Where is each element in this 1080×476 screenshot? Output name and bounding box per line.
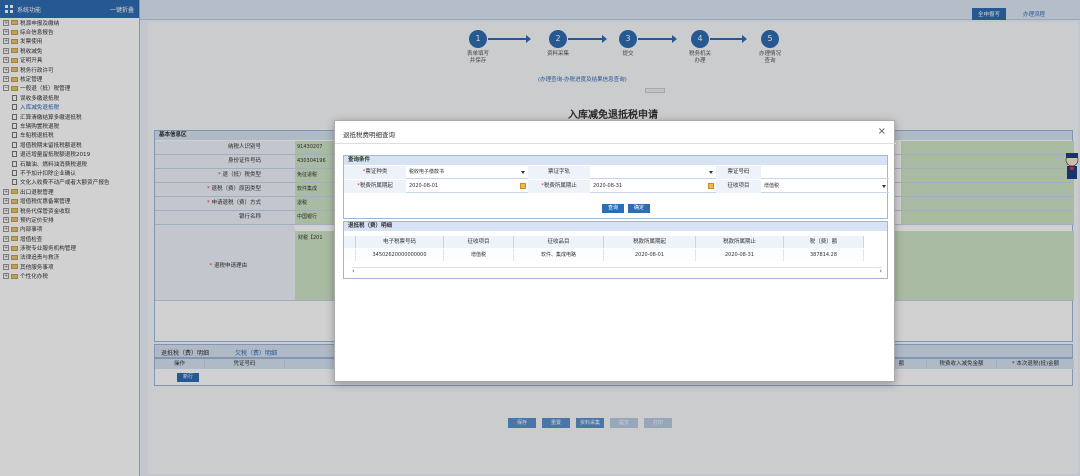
table-cell: 34502620000000000	[356, 249, 444, 261]
calendar-icon[interactable]	[520, 183, 526, 189]
query-conditions: 查询条件 *票证种类 税收电子缴款书 票证字轨 票证号码 *税费所属期起 202…	[343, 155, 889, 219]
column-header: 税（费）额	[784, 236, 864, 248]
date-value: 2020-08-01	[409, 183, 439, 189]
period-start-label: *税费所属期起	[344, 180, 406, 193]
period-end-label: *税费所属期止	[528, 180, 590, 193]
date-value: 2020-08-31	[593, 183, 623, 189]
query-section-title: 查询条件	[344, 156, 887, 165]
confirm-button[interactable]: 确定	[628, 204, 650, 213]
voucher-number-label: 票证号码	[716, 166, 761, 179]
query-button[interactable]: 查询	[602, 204, 624, 213]
chevron-down-icon	[521, 171, 525, 174]
query-row: *票证种类 税收电子缴款书 票证字轨 票证号码	[344, 166, 889, 179]
table-cell: 2020-08-31	[696, 249, 784, 261]
label-text: 税费所属期止	[543, 183, 577, 189]
voucher-type-select[interactable]: 税收电子缴款书	[406, 166, 528, 179]
period-end-input[interactable]: 2020-08-31	[590, 180, 716, 193]
divider	[335, 143, 896, 144]
column-header: 征收项目	[444, 236, 514, 248]
column-header: 电子税票号码	[356, 236, 444, 248]
dialog-title: 退抵税费明细查询	[343, 131, 395, 139]
refund-detail-query-dialog: 退抵税费明细查询 × 查询条件 *票证种类 税收电子缴款书 票证字轨 票证号码 …	[334, 120, 896, 382]
chevron-down-icon	[709, 171, 713, 174]
table-cell: 增值税	[444, 249, 514, 261]
period-start-input[interactable]: 2020-08-01	[406, 180, 528, 193]
table-cell: 2020-08-01	[604, 249, 696, 261]
row-checkbox[interactable]	[344, 249, 356, 261]
detail-table: 退抵税（费）明细 电子税票号码 征收项目 征收品目 税款所属期起 税款所属期止 …	[343, 221, 888, 279]
column-header: 税款所属期起	[604, 236, 696, 248]
close-icon[interactable]: ×	[878, 126, 886, 137]
label-text: 票证种类	[365, 169, 388, 175]
voucher-prefix-label: 票证字轨	[528, 166, 590, 179]
chevron-right-icon[interactable]: ›	[879, 267, 882, 275]
chevron-left-icon[interactable]: ‹	[352, 267, 355, 275]
calendar-icon[interactable]	[708, 183, 714, 189]
voucher-type-label: *票证种类	[344, 166, 406, 179]
levy-item-label: 征收项目	[716, 180, 761, 193]
horizontal-scrollbar[interactable]: ‹ ›	[352, 267, 882, 275]
select-value: 税收电子缴款书	[409, 169, 445, 175]
detail-section-title: 退抵税（费）明细	[344, 222, 887, 231]
table-cell: 软件、集成电路	[514, 249, 604, 261]
column-header: 征收品目	[514, 236, 604, 248]
query-row: *税费所属期起 2020-08-01 *税费所属期止 2020-08-31 征收…	[344, 180, 889, 193]
column-header: 税款所属期止	[696, 236, 784, 248]
label-text: 税费所属期起	[359, 183, 393, 189]
levy-item-select[interactable]: 增值税	[761, 180, 889, 193]
voucher-number-input[interactable]	[761, 166, 889, 179]
checkbox-column	[344, 236, 356, 248]
chevron-down-icon	[882, 185, 886, 188]
voucher-prefix-select[interactable]	[590, 166, 716, 179]
table-cell: 387814.28	[784, 249, 864, 261]
select-value: 增值税	[764, 183, 780, 189]
